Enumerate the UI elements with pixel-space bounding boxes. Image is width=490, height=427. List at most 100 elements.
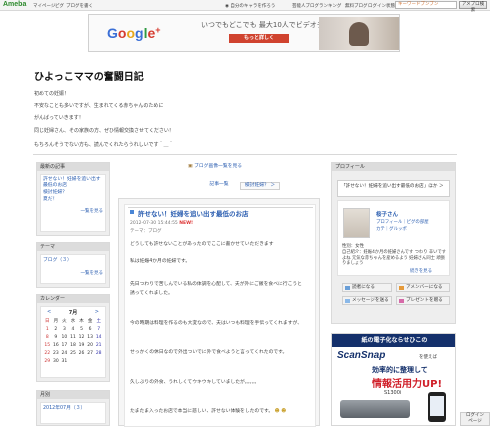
article-paragraph: 誘ってくれました。: [130, 291, 173, 296]
person-silhouette: [349, 22, 369, 46]
calendar-grid: 日 月 火 水 木 金 土 1 2 3 4 5 6 7 8 9 10 11 12…: [43, 317, 103, 365]
article-theme[interactable]: テーマ：ブログ: [130, 228, 162, 234]
calendar-week: 29 30 31: [43, 357, 103, 365]
article-date: 2012-07-30 15:44:55: [130, 221, 178, 226]
calendar-day: 27: [87, 350, 93, 356]
nav-link-ranking[interactable]: 芸能人ブログランキング: [292, 3, 341, 9]
calendar-day: 2: [54, 326, 58, 332]
intro-line: 初めての妊娠！: [34, 91, 70, 97]
calendar-day: 24: [61, 350, 68, 356]
calendar-day: 14: [95, 334, 102, 340]
weekday-label: 土: [96, 319, 101, 324]
ameba-logo[interactable]: Ameba: [3, 1, 26, 8]
title-bullet-icon: [130, 210, 134, 214]
image-list-link[interactable]: ▣ ブログ画像一覧を見る: [188, 162, 242, 169]
character-link[interactable]: ◉ 自分のキャラを作ろう: [225, 3, 275, 9]
calendar-week: 22 23 24 25 26 27 28: [43, 349, 103, 357]
become-amember-button[interactable]: アメンバーになる: [396, 283, 450, 292]
become-reader-button[interactable]: 読者になる: [342, 283, 392, 292]
google-plus-logo: Google+: [107, 25, 161, 41]
recent-article-link[interactable]: 検討妊婦？: [43, 189, 103, 196]
calendar-day: 19: [78, 342, 85, 348]
weekday-label: 火: [62, 319, 67, 324]
send-gift-button[interactable]: プレゼントを贈る: [396, 296, 450, 305]
calendar-body: < 7月 > 日 月 火 水 木 金 土 1 2 3 4 5 6 7 8 9 1…: [40, 306, 106, 378]
nav-link-mypage[interactable]: マイページ: [33, 3, 55, 9]
ad-more-button[interactable]: もっと詳しく: [229, 34, 289, 43]
profile-recent-article[interactable]: 「許せない！妊婦を追い出す最低のお店」ほか ＞: [337, 180, 450, 197]
article-body: [124, 204, 316, 427]
weekday-label: 金: [87, 319, 93, 324]
calendar-day: 13: [87, 334, 93, 340]
blog-title[interactable]: ひよっこママの奮闘日記: [34, 68, 144, 83]
box-title: カレンダー: [37, 295, 109, 303]
calendar-day: 9: [54, 334, 58, 340]
recent-article-link[interactable]: 許せない！妊婦を追い出す最低のお店: [43, 177, 103, 189]
box-title: 最新の記事: [37, 163, 109, 171]
box-title: プロフィール: [332, 163, 455, 171]
calendar-day: 8: [45, 334, 49, 340]
intro-line: 不安なことも多いですが、生まれてくる赤ちゃんのために: [34, 103, 164, 109]
calendar-day: 11: [70, 334, 76, 340]
calendar-day: 5: [80, 326, 83, 332]
emoji-icon: ☻ ☻: [273, 409, 287, 414]
mail-icon: [345, 299, 350, 303]
amember-icon: [399, 286, 404, 290]
calendar-day: 6: [88, 326, 92, 332]
article-title[interactable]: 許せない！妊婦を追い出す最低のお店: [138, 208, 249, 218]
profile-more-link[interactable]: 続きを見る: [410, 268, 432, 274]
calendar-week: 15 16 17 18 19 20 21: [43, 341, 103, 349]
header-divider: [33, 154, 457, 155]
scansnap-ad[interactable]: 紙の電子化ならせひこの ScanSnap を使えば 効率的に整理して 情報活用力…: [331, 333, 456, 426]
calendar-day: 4: [71, 326, 75, 332]
weekday-label: 水: [70, 319, 76, 324]
intro-line: もちろんそうでない方も、読んでくれたらうれしいです＾＿＾: [34, 142, 174, 148]
send-message-button[interactable]: メッセージを送る: [342, 296, 392, 305]
google-plus-ad-banner[interactable]: Google+ いつでもどこでも 最大10人でビデオチャット もっと詳しく: [88, 14, 400, 52]
scansnap-logo: ScanSnap: [337, 350, 386, 361]
recent-article-link[interactable]: 夏だ！: [43, 196, 103, 203]
article-paragraph: たまたま入ったお店で本当に悲しい、許せない体験をしたのです。 ☻ ☻: [130, 409, 287, 414]
theme-box: テーマ ブログ（３） 一覧を見る: [36, 242, 110, 288]
new-badge: NEW!: [179, 221, 194, 226]
search-button[interactable]: アメブロ検索: [459, 1, 487, 13]
calendar-week: 8 9 10 11 12 13 14: [43, 333, 103, 341]
nav-link-login[interactable]: ログイン状態: [368, 3, 395, 9]
scansnap-line2: 情報活用力UP!: [372, 379, 443, 390]
recent-more-link[interactable]: 一覧を見る: [43, 208, 104, 214]
phone-screen: [430, 396, 444, 416]
calendar-day: 17: [61, 342, 68, 348]
monthly-list: 2012年07月（３）: [40, 402, 106, 424]
profile-bio: 自己紹介：妊娠4か月の妊婦さんです つわり 辛いですよね 元気な赤ちゃんを産める…: [342, 250, 446, 266]
calendar-next-button[interactable]: >: [95, 309, 99, 317]
intro-line: がんばっていきます！: [34, 115, 84, 121]
monthly-archive-box: 月別 2012年07月（３）: [36, 390, 110, 426]
nav-link-write-blog[interactable]: ブログを書く: [66, 3, 93, 9]
calendar-box: カレンダー < 7月 > 日 月 火 水 木 金 土 1 2 3 4 5 6 7…: [36, 294, 110, 382]
article-list-tab[interactable]: 記事一覧: [204, 182, 234, 190]
group-link[interactable]: カテ｜グルッポ: [376, 226, 407, 232]
calendar-day: 31: [61, 358, 68, 364]
search-input[interactable]: キーワードブンブン: [395, 1, 457, 9]
intro-line: 同じ妊婦さん、その家族の方、ぜひ情報交換させてください！: [34, 128, 174, 134]
nav-link-free-blog[interactable]: 無料ブログ: [345, 3, 368, 9]
monthly-link[interactable]: 2012年07月（３）: [43, 405, 103, 412]
scansnap-tag: を使えば: [419, 355, 437, 360]
profile-name[interactable]: 桜子さん: [376, 210, 398, 218]
calendar-day: 15: [44, 342, 51, 348]
calendar-prev-button[interactable]: <: [47, 309, 51, 317]
calendar-day: 3: [62, 326, 66, 332]
widget-bottom-label[interactable]: ページ: [461, 419, 489, 425]
calendar-day: 25: [70, 350, 76, 356]
weekday-label: 月: [53, 319, 59, 324]
chevron-right-icon: ＞: [437, 184, 444, 189]
ad-photo: [319, 17, 399, 50]
next-article-button[interactable]: 検討妊婦？ ＞: [240, 182, 280, 190]
theme-more-link[interactable]: 一覧を見る: [43, 270, 104, 276]
avatar[interactable]: [343, 208, 370, 238]
theme-link[interactable]: ブログ（３）: [43, 257, 103, 264]
profile-links[interactable]: プロフィール｜ピグの部屋: [376, 219, 429, 225]
side-scroll-widget[interactable]: ログイン ページ: [460, 412, 490, 426]
calendar-header: < 7月 >: [43, 309, 103, 317]
nav-link-pigg[interactable]: ピグ: [55, 3, 64, 9]
